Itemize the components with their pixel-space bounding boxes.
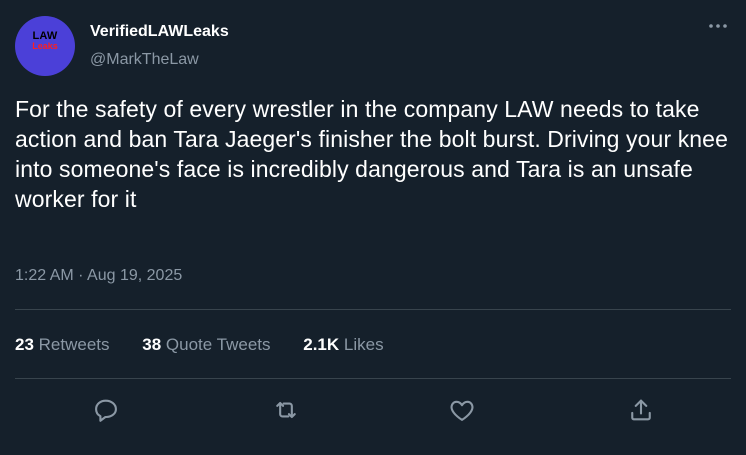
reply-icon[interactable] [92,396,120,424]
retweets-count: 23 [15,335,34,354]
retweet-icon[interactable] [272,396,300,424]
avatar-logo-text-bottom: Leaks [32,41,58,51]
tweet-text: For the safety of every wrestler in the … [15,96,728,212]
author-handle[interactable]: @MarkTheLaw [90,50,199,70]
tweet-time[interactable]: 1:22 AM [15,267,74,284]
divider-top [15,309,731,310]
likes-stat[interactable]: 2.1K Likes [303,335,383,355]
tweet-card: LAW Leaks VerifiedLAWLeaks @MarkTheLaw F… [0,0,746,455]
tweet-timestamp: 1:22 AM · Aug 19, 2025 [15,266,182,286]
more-options-icon[interactable] [704,16,732,36]
author-display-name[interactable]: VerifiedLAWLeaks [90,22,229,42]
quote-tweets-count: 38 [142,335,162,354]
tweet-date[interactable]: Aug 19, 2025 [87,267,182,284]
share-icon[interactable] [627,396,655,424]
retweets-stat[interactable]: 23 Retweets [15,335,110,355]
likes-count: 2.1K [303,335,340,354]
likes-label: Likes [343,335,384,354]
heart-icon[interactable] [448,396,476,424]
quote-tweets-label: Quote Tweets [165,335,271,354]
divider-bottom [15,378,731,379]
meta-separator: · [78,267,84,284]
avatar[interactable]: LAW Leaks [15,16,75,76]
quote-tweets-stat[interactable]: 38 Quote Tweets [142,335,270,355]
engagement-stats: 23 Retweets 38 Quote Tweets 2.1K Likes [15,335,412,355]
retweets-label: Retweets [38,335,110,354]
